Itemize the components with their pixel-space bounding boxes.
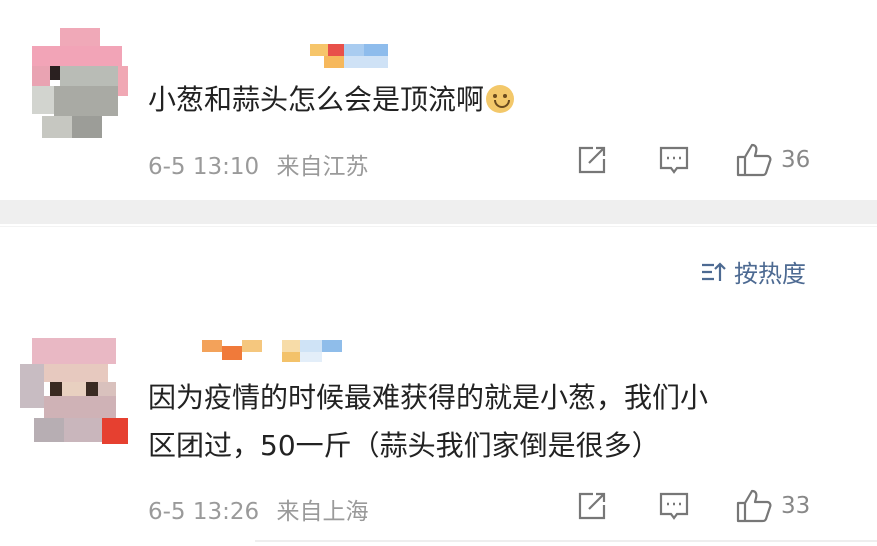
bottom-divider xyxy=(255,540,877,542)
comment-date: 6-5 13:26 xyxy=(148,499,260,525)
like-icon xyxy=(736,489,772,523)
comment-meta: 6-5 13:10 来自江苏 xyxy=(148,147,368,181)
comment-location: 来自上海 xyxy=(276,499,369,525)
comment-text-line: 区团过，50一斤（蒜头我们家倒是很多） xyxy=(148,429,660,462)
comment-actions: 33 xyxy=(575,486,835,526)
like-count: 33 xyxy=(781,493,811,519)
divider-line xyxy=(0,226,877,227)
comment-1: 小葱和蒜头怎么会是顶流啊 6-5 13:10 来自江苏 36 xyxy=(0,0,877,200)
sort-toggle[interactable]: 按热度 xyxy=(700,254,806,289)
comment-button[interactable] xyxy=(657,486,691,526)
sort-label: 按热度 xyxy=(734,260,806,288)
comment-meta: 6-5 13:26 来自上海 xyxy=(148,492,368,526)
comment-text: 小葱和蒜头怎么会是顶流啊 xyxy=(148,76,515,124)
comment-icon xyxy=(659,492,689,520)
avatar[interactable] xyxy=(32,28,128,138)
comment-date: 6-5 13:10 xyxy=(148,154,260,180)
comment-text-line: 因为疫情的时候最难获得的就是小葱，我们小 xyxy=(148,381,709,414)
like-button[interactable]: 33 xyxy=(735,486,810,526)
comment-text-content: 小葱和蒜头怎么会是顶流啊 xyxy=(148,83,485,116)
like-icon xyxy=(736,143,772,177)
username-redacted[interactable] xyxy=(202,338,342,362)
share-icon xyxy=(578,146,606,174)
comment-button[interactable] xyxy=(657,140,691,180)
share-button[interactable] xyxy=(575,486,609,526)
sort-icon xyxy=(702,261,726,281)
comment-location: 来自江苏 xyxy=(276,154,369,180)
comment-actions: 36 xyxy=(575,140,835,180)
like-button[interactable]: 36 xyxy=(735,140,810,180)
like-count: 36 xyxy=(781,147,811,173)
share-icon xyxy=(578,492,606,520)
comment-2: 因为疫情的时候最难获得的就是小葱，我们小 区团过，50一斤（蒜头我们家倒是很多）… xyxy=(0,320,877,546)
smiling-face-emoji-icon xyxy=(486,85,515,113)
username-redacted[interactable] xyxy=(310,44,388,68)
section-divider xyxy=(0,200,877,224)
avatar[interactable] xyxy=(20,338,128,450)
comment-text: 因为疫情的时候最难获得的就是小葱，我们小 区团过，50一斤（蒜头我们家倒是很多） xyxy=(148,374,708,470)
comment-icon xyxy=(659,146,689,174)
share-button[interactable] xyxy=(575,140,609,180)
